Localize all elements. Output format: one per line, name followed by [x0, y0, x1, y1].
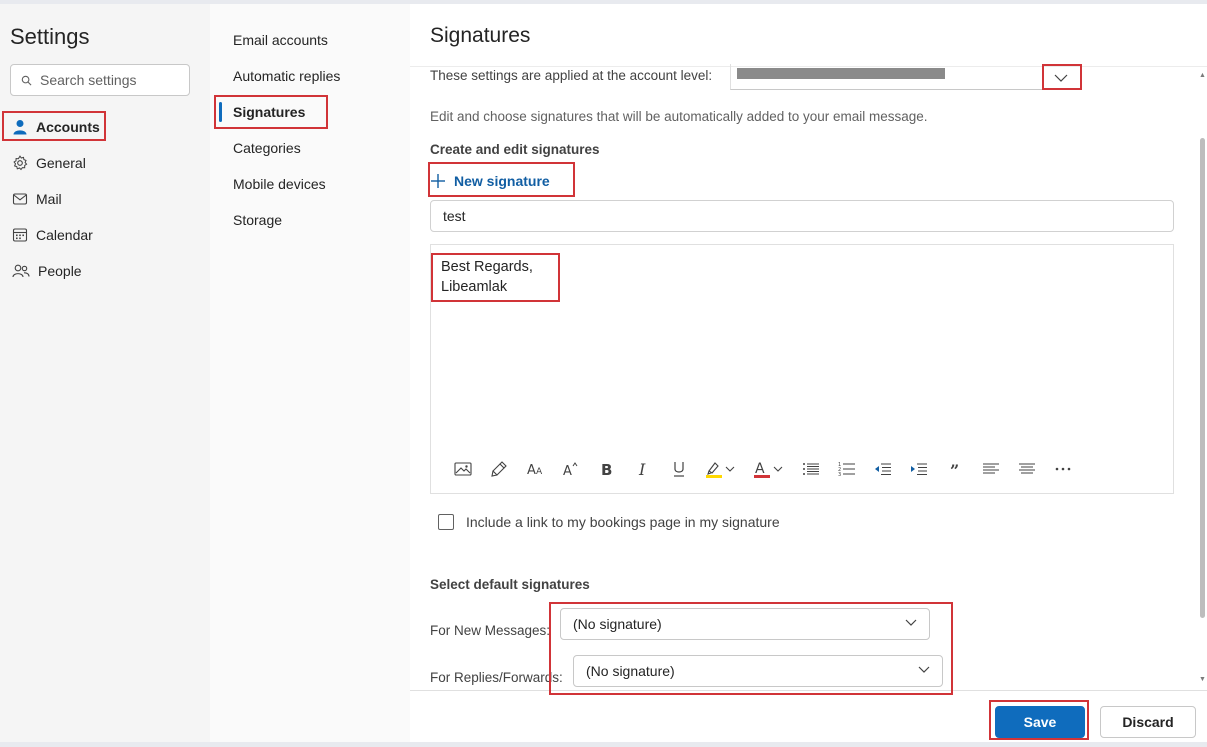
settings-title: Settings — [10, 24, 90, 49]
signature-name-input[interactable] — [430, 200, 1174, 232]
insert-picture-icon[interactable] — [445, 455, 481, 483]
nav-mail-label: Mail — [36, 191, 62, 207]
account-level-label: These settings are applied at the accoun… — [430, 68, 713, 83]
subnav-categories[interactable]: Categories — [233, 140, 301, 156]
create-section-title: Create and edit signatures — [430, 142, 600, 157]
chevron-down-icon — [1054, 74, 1068, 82]
replies-value: (No signature) — [586, 663, 675, 679]
quote-icon[interactable]: ” — [937, 455, 973, 483]
nav-calendar-label: Calendar — [36, 227, 93, 243]
chevron-down-icon — [918, 666, 930, 673]
bookings-label: Include a link to my bookings page in my… — [466, 514, 780, 530]
italic-icon[interactable]: I — [625, 455, 661, 483]
settings-nav-pane: Settings Accounts General Mail Calendar … — [0, 4, 210, 742]
subnav-mobile-devices[interactable]: Mobile devices — [233, 176, 326, 192]
underline-icon[interactable] — [661, 455, 697, 483]
account-dropdown-button[interactable] — [1042, 66, 1080, 90]
signature-line: Libeamlak — [441, 279, 508, 295]
format-toolbar: AA A B I A 123 ” — [445, 455, 1081, 483]
save-button[interactable]: Save — [995, 706, 1085, 738]
bookings-checkbox[interactable] — [438, 514, 454, 530]
scroll-up-arrow[interactable]: ▲ — [1199, 72, 1206, 79]
nav-accounts-label: Accounts — [36, 119, 100, 135]
svg-text:A: A — [527, 463, 536, 477]
mail-icon — [12, 193, 28, 205]
accounts-subnav: Email accounts Automatic replies Signatu… — [210, 4, 410, 742]
grow-font-icon[interactable]: A — [553, 455, 589, 483]
people-icon — [12, 264, 30, 278]
calendar-icon — [12, 228, 28, 242]
decrease-indent-icon[interactable] — [865, 455, 901, 483]
signatures-description: Edit and choose signatures that will be … — [430, 109, 928, 124]
more-options-icon[interactable] — [1045, 455, 1081, 483]
highlight-icon[interactable] — [697, 455, 745, 483]
nav-calendar[interactable]: Calendar — [12, 224, 93, 246]
replies-label: For Replies/Forwards: — [430, 670, 563, 685]
nav-general[interactable]: General — [12, 152, 86, 174]
redacted-account-name — [737, 68, 945, 79]
nav-accounts[interactable]: Accounts — [12, 116, 100, 138]
bold-icon[interactable]: B — [589, 455, 625, 483]
svg-text:A: A — [536, 467, 543, 477]
gear-icon — [13, 155, 28, 171]
signatures-panel: Signatures These settings are applied at… — [410, 4, 1207, 742]
svg-text:”: ” — [950, 462, 959, 476]
search-input[interactable] — [40, 72, 180, 88]
new-messages-dropdown[interactable]: (No signature) — [560, 608, 930, 640]
chevron-down-icon — [905, 619, 917, 626]
nav-people[interactable]: People — [12, 260, 82, 282]
person-icon — [13, 120, 27, 135]
new-signature-label: New signature — [454, 173, 550, 189]
bottom-border — [0, 742, 1207, 747]
align-center-icon[interactable] — [1009, 455, 1045, 483]
svg-text:A: A — [755, 461, 765, 477]
active-indicator — [219, 102, 222, 122]
footer-divider — [410, 690, 1207, 691]
discard-button[interactable]: Discard — [1100, 706, 1196, 738]
signature-body[interactable]: Best Regards, Libeamlak — [441, 257, 533, 297]
scroll-down-arrow[interactable]: ▼ — [1199, 676, 1206, 683]
new-messages-label: For New Messages: — [430, 623, 551, 638]
bullets-icon[interactable] — [793, 455, 829, 483]
font-color-icon[interactable]: A — [745, 455, 793, 483]
increase-indent-icon[interactable] — [901, 455, 937, 483]
nav-mail[interactable]: Mail — [12, 188, 62, 210]
signature-editor[interactable]: Best Regards, Libeamlak AA A B I A 1 2 3… — [430, 244, 1174, 494]
plus-icon — [431, 174, 445, 188]
svg-text:A: A — [563, 464, 572, 478]
align-left-icon[interactable] — [973, 455, 1009, 483]
new-signature-button[interactable]: New signature — [430, 168, 550, 194]
svg-text:B: B — [601, 461, 612, 477]
svg-text:I: I — [638, 461, 646, 477]
replies-dropdown[interactable]: (No signature) — [573, 655, 943, 687]
svg-text:3: 3 — [838, 472, 841, 477]
search-box[interactable] — [10, 64, 190, 96]
subnav-automatic-replies[interactable]: Automatic replies — [233, 68, 340, 84]
nav-people-label: People — [38, 263, 82, 279]
font-size-icon[interactable]: AA — [517, 455, 553, 483]
scrollbar-thumb[interactable] — [1200, 138, 1205, 618]
bookings-option: Include a link to my bookings page in my… — [438, 514, 780, 530]
format-painter-icon[interactable] — [481, 455, 517, 483]
subnav-signatures[interactable]: Signatures — [233, 104, 305, 120]
signature-line: Best Regards, — [441, 259, 533, 275]
account-select[interactable] — [730, 64, 1082, 90]
new-messages-value: (No signature) — [573, 616, 662, 632]
numbering-icon[interactable]: 123 — [829, 455, 865, 483]
nav-general-label: General — [36, 155, 86, 171]
search-icon — [21, 75, 32, 85]
page-title: Signatures — [430, 24, 531, 47]
subnav-storage[interactable]: Storage — [233, 212, 282, 228]
default-section-title: Select default signatures — [430, 577, 590, 592]
subnav-email-accounts[interactable]: Email accounts — [233, 32, 328, 48]
